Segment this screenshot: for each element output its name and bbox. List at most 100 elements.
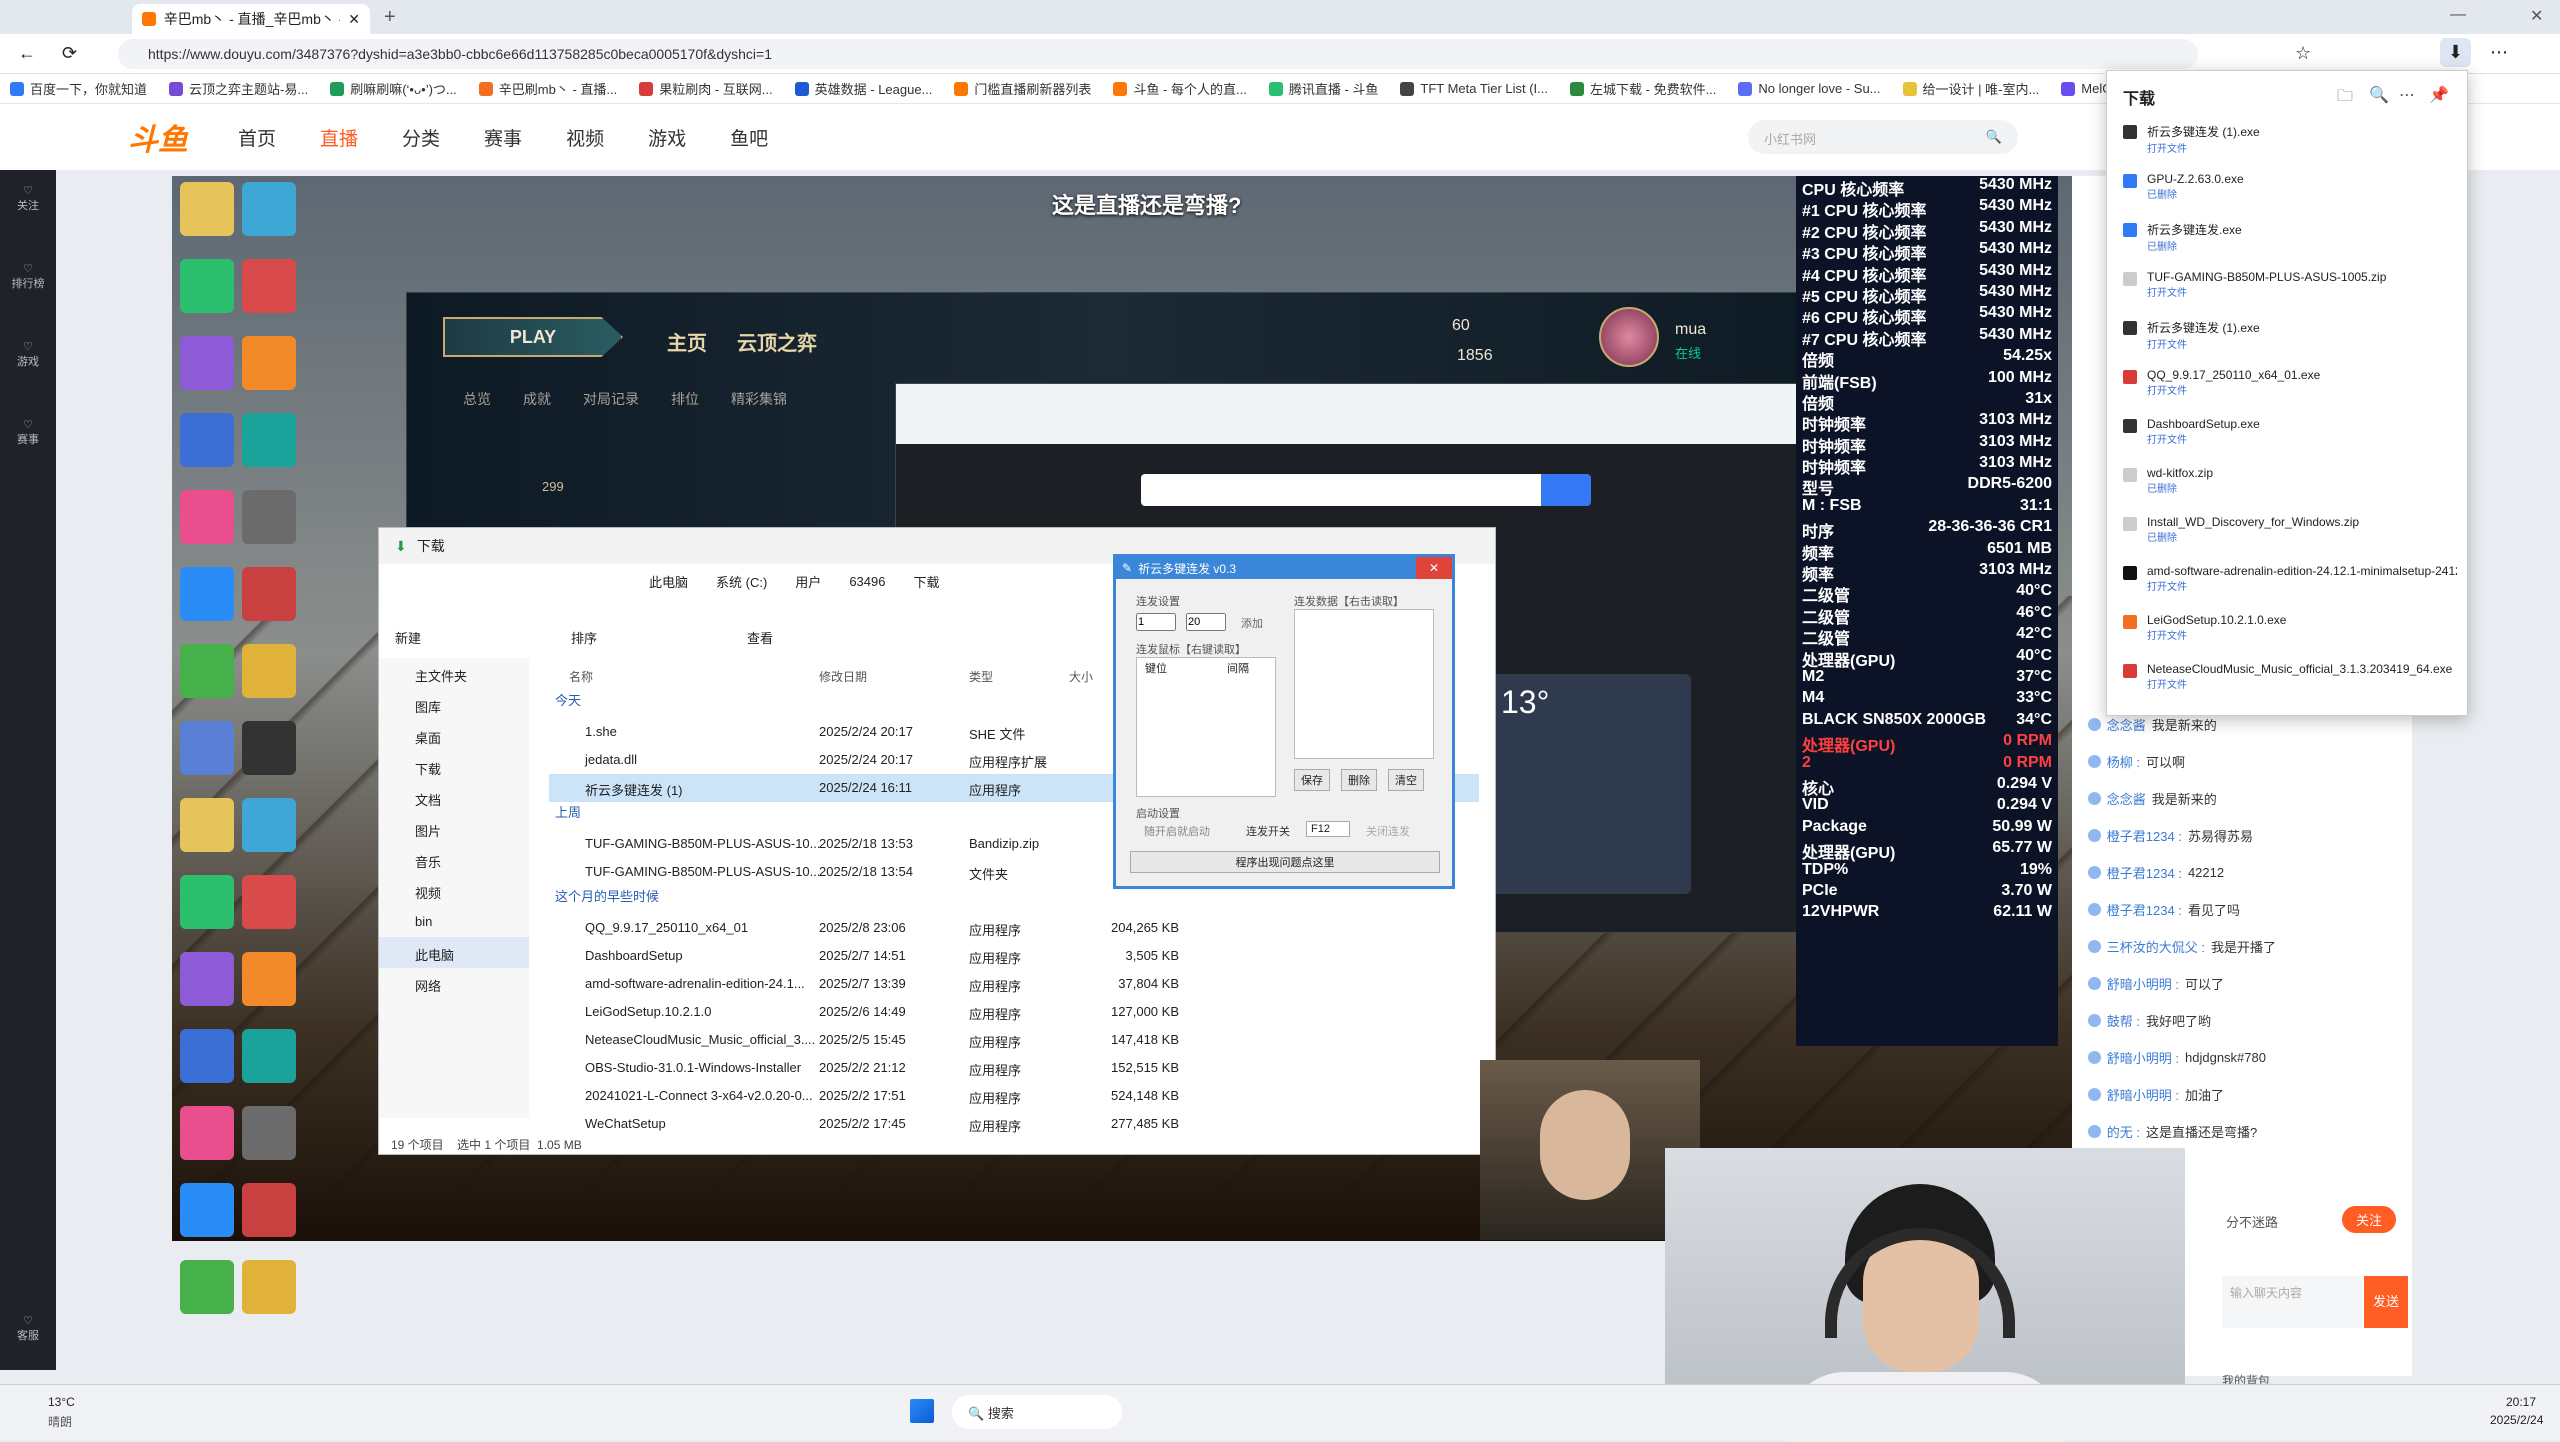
bookmark-item[interactable]: No longer love - Su... [1738, 81, 1881, 96]
breadcrumb-item[interactable]: 下载 [913, 572, 939, 591]
desktop-shortcut-icon[interactable] [180, 952, 234, 1006]
column-header[interactable]: 类型 [969, 668, 993, 685]
download-action[interactable]: 打开文件 [2147, 676, 2467, 691]
send-button[interactable]: 发送 [2364, 1276, 2408, 1328]
desktop-shortcut-icon[interactable] [242, 567, 296, 621]
download-item[interactable]: GPU-Z.2.63.0.exe 已删除 [2107, 166, 2467, 215]
download-item[interactable]: 祈云多键连发.exe 已删除 [2107, 215, 2467, 264]
nested-search-button[interactable] [1541, 474, 1591, 506]
bookmark-item[interactable]: 百度一下，你就知道 [10, 79, 147, 98]
file-row[interactable]: DashboardSetup 2025/2/7 14:51 应用程序 3,505 KB [549, 942, 1479, 970]
column-header[interactable]: 大小 [1069, 668, 1093, 685]
star-icon[interactable]: ☆ [2295, 43, 2311, 64]
rail-item[interactable]: ♡ 赛事 [0, 404, 56, 482]
chat-user[interactable]: 舒暗小明明 : [2107, 974, 2179, 993]
column-header[interactable]: 名称 [569, 668, 593, 685]
download-item[interactable]: 祈云多键连发 (1).exe 打开文件 [2107, 117, 2467, 166]
nav-item[interactable]: 分类 [402, 124, 440, 151]
desktop-shortcut-icon[interactable] [242, 875, 296, 929]
desktop-shortcut-icon[interactable] [242, 952, 296, 1006]
desktop-shortcut-icon[interactable] [180, 336, 234, 390]
download-action[interactable]: 打开文件 [2147, 140, 2467, 155]
bookmark-item[interactable]: 果粒刷肉 - 互联网... [639, 79, 773, 98]
bookmark-item[interactable]: TFT Meta Tier List (I... [1400, 81, 1548, 96]
download-item[interactable]: NeteaseCloudMusic_Music_official_3.1.3.2… [2107, 656, 2467, 705]
bookmark-item[interactable]: 腾讯直播 - 斗鱼 [1268, 79, 1378, 98]
chat-user[interactable]: 舒暗小明明 : [2107, 1085, 2179, 1104]
desktop-shortcut-icon[interactable] [242, 490, 296, 544]
chat-user[interactable]: 的无 : [2107, 1122, 2140, 1141]
refresh-icon[interactable]: ⟳ [62, 43, 77, 64]
help-button[interactable]: 程序出现问题点这里 [1130, 851, 1440, 873]
chat-user[interactable]: 杨柳 : [2107, 752, 2140, 771]
back-icon[interactable]: ← [18, 43, 36, 64]
desktop-shortcut-icon[interactable] [180, 721, 234, 775]
nested-search-input[interactable] [1141, 474, 1541, 506]
chat-message[interactable]: 的无 : 这是直播还是弯播? [2072, 1113, 2412, 1150]
interval-input[interactable] [1136, 613, 1176, 631]
sidebar-item[interactable]: 桌面 [379, 720, 529, 751]
nav-item[interactable]: 首页 [238, 124, 276, 151]
download-icon[interactable]: ⬇ [2440, 38, 2472, 67]
bookmark-item[interactable]: 辛巴刷mb丶 - 直播... [478, 79, 617, 98]
desktop-shortcut-icon[interactable] [180, 1183, 234, 1237]
desktop-shortcut-icon[interactable] [242, 336, 296, 390]
column-header[interactable]: 修改日期 [819, 668, 867, 685]
stop-button[interactable]: 关闭连发 [1366, 823, 1410, 839]
hotkey-select[interactable]: F12 [1306, 821, 1350, 837]
rail-item[interactable]: ♡ 游戏 [0, 326, 56, 404]
bookmark-item[interactable]: 左城下载 - 免费软件... [1570, 79, 1716, 98]
file-row[interactable]: amd-software-adrenalin-edition-24.1... 20… [549, 970, 1479, 998]
download-action[interactable]: 打开文件 [2147, 284, 2467, 299]
bookmark-item[interactable]: 给一设计 | 唯-室内... [1902, 79, 2039, 98]
chat-user[interactable]: 舒暗小明明 : [2107, 1048, 2179, 1067]
toolbar-button[interactable]: 排序 [571, 628, 597, 647]
new-tab-button[interactable]: + [384, 6, 396, 29]
minimize-icon[interactable]: — [2450, 6, 2466, 24]
chat-user[interactable]: 念念酱 [2107, 715, 2146, 734]
download-item[interactable]: 祈云多键连发 (1).exe 打开文件 [2107, 313, 2467, 362]
game-subtab[interactable]: 总览 [463, 389, 491, 409]
clock-time[interactable]: 20:17 [2506, 1395, 2536, 1409]
close-icon[interactable]: ✕ [348, 11, 360, 28]
desktop-shortcut-icon[interactable] [180, 1029, 234, 1083]
sidebar-item[interactable]: 图库 [379, 689, 529, 720]
weather-temp[interactable]: 13°C [48, 1395, 75, 1409]
download-item[interactable]: wd-kitfox.zip 已删除 [2107, 460, 2467, 509]
chat-message[interactable]: 杨柳 : 可以啊 [2072, 743, 2412, 780]
download-action[interactable]: 打开文件 [2147, 382, 2467, 397]
download-item[interactable]: QQ_9.9.17_250110_x64_01.exe 打开文件 [2107, 362, 2467, 411]
douyu-logo[interactable]: 斗鱼 [128, 115, 188, 159]
rail-item[interactable]: ♡ 客服 [0, 1300, 56, 1378]
desktop-shortcut-icon[interactable] [242, 259, 296, 313]
download-action[interactable]: 已删除 [2147, 480, 2467, 495]
desktop-shortcut-icon[interactable] [180, 644, 234, 698]
search-box[interactable]: 小红书网 🔍 [1748, 120, 2018, 154]
chat-user[interactable]: 鼓帮 : [2107, 1011, 2140, 1030]
chat-user[interactable]: 橙子君1234 : [2107, 826, 2182, 845]
chat-message[interactable]: 舒暗小明明 : hdjdgnsk#780 [2072, 1039, 2412, 1076]
rail-item[interactable]: ♡ 排行榜 [0, 248, 56, 326]
desktop-shortcut-icon[interactable] [242, 798, 296, 852]
delete-button[interactable]: 删除 [1341, 769, 1377, 791]
toolbar-button[interactable]: 查看 [747, 628, 773, 647]
sidebar-item[interactable]: 视频 [379, 875, 529, 906]
bookmark-item[interactable]: 云顶之弈主题站-易... [169, 79, 308, 98]
chat-user[interactable]: 橙子君1234 : [2107, 900, 2182, 919]
file-row[interactable]: OBS-Studio-31.0.1-Windows-Installer 2025/… [549, 1054, 1479, 1082]
breadcrumb-item[interactable]: 系统 (C:) [716, 572, 767, 591]
chat-user[interactable]: 念念酱 [2107, 789, 2146, 808]
nav-item[interactable]: 视频 [566, 124, 604, 151]
avatar[interactable] [1599, 307, 1659, 367]
desktop-shortcut-icon[interactable] [180, 1260, 234, 1314]
more-icon[interactable]: ⋯ [2399, 85, 2415, 105]
file-row[interactable]: WeChatSetup 2025/2/2 17:45 应用程序 277,485 KB [549, 1110, 1479, 1138]
desktop-shortcut-icon[interactable] [180, 182, 234, 236]
download-item[interactable]: DashboardSetup.exe 打开文件 [2107, 411, 2467, 460]
chat-message[interactable]: 鼓帮 : 我好吧了哟 [2072, 1002, 2412, 1039]
add-button[interactable]: 添加 [1241, 615, 1263, 631]
bookmark-item[interactable]: 刷嘛刷嘛(‘•ᴗ•’)つ... [330, 79, 457, 98]
file-row[interactable]: 20241021-L-Connect 3-x64-v2.0.20-0... 202… [549, 1082, 1479, 1110]
toolbar-button[interactable]: 新建 [395, 628, 421, 647]
pin-icon[interactable]: 📌 [2429, 85, 2449, 105]
